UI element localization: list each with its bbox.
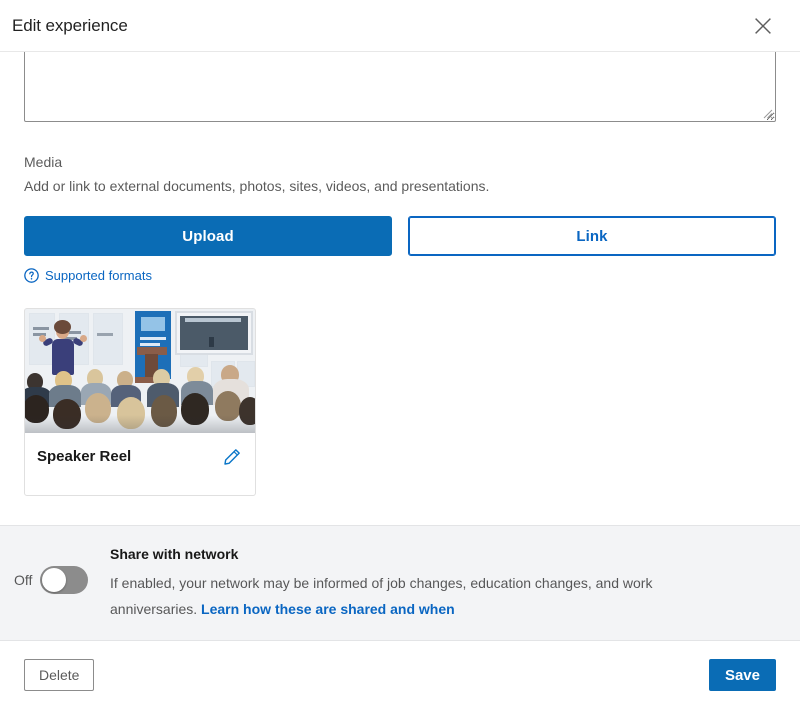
share-title: Share with network	[110, 546, 239, 562]
close-icon	[752, 15, 774, 37]
edit-media-button[interactable]	[221, 447, 243, 469]
media-section-subtitle: Add or link to external documents, photo…	[24, 178, 490, 194]
modal-body: Media Add or link to external documents,…	[0, 52, 800, 525]
share-text-block: Share with network If enabled, your netw…	[110, 544, 776, 622]
close-button[interactable]	[746, 9, 780, 43]
toggle-knob	[42, 568, 67, 592]
question-circle-icon	[24, 268, 39, 283]
share-description: If enabled, your network may be informed…	[110, 570, 740, 622]
page-title: Edit experience	[12, 15, 128, 35]
save-button[interactable]: Save	[708, 659, 776, 691]
description-textarea[interactable]	[24, 52, 776, 122]
media-section-label: Media	[24, 154, 63, 170]
share-with-network-toggle[interactable]	[40, 566, 89, 594]
learn-how-shared-link[interactable]: Learn how these are shared and when	[201, 601, 455, 617]
share-with-network-panel: Off Share with network If enabled, your …	[0, 525, 800, 641]
media-card-title: Speaker Reel	[37, 448, 132, 465]
delete-button[interactable]: Delete	[24, 659, 95, 691]
pencil-icon	[222, 447, 242, 470]
media-action-buttons: Upload Link	[24, 216, 776, 256]
edit-experience-modal: Edit experience Media Add or link to ext…	[0, 0, 800, 709]
media-card-meta: Speaker Reel	[25, 433, 255, 495]
modal-header: Edit experience	[0, 0, 800, 52]
media-card[interactable]: Speaker Reel	[24, 308, 256, 496]
supported-formats-link[interactable]: Supported formats	[24, 268, 152, 283]
supported-formats-label: Supported formats	[45, 268, 152, 283]
upload-button[interactable]: Upload	[24, 216, 392, 256]
modal-footer: Delete Save	[0, 641, 800, 709]
share-toggle-group: Off	[14, 544, 110, 594]
share-toggle-state-label: Off	[14, 572, 33, 588]
media-thumbnail	[25, 309, 255, 433]
description-field-wrapper	[24, 52, 776, 122]
link-button[interactable]: Link	[408, 216, 776, 256]
